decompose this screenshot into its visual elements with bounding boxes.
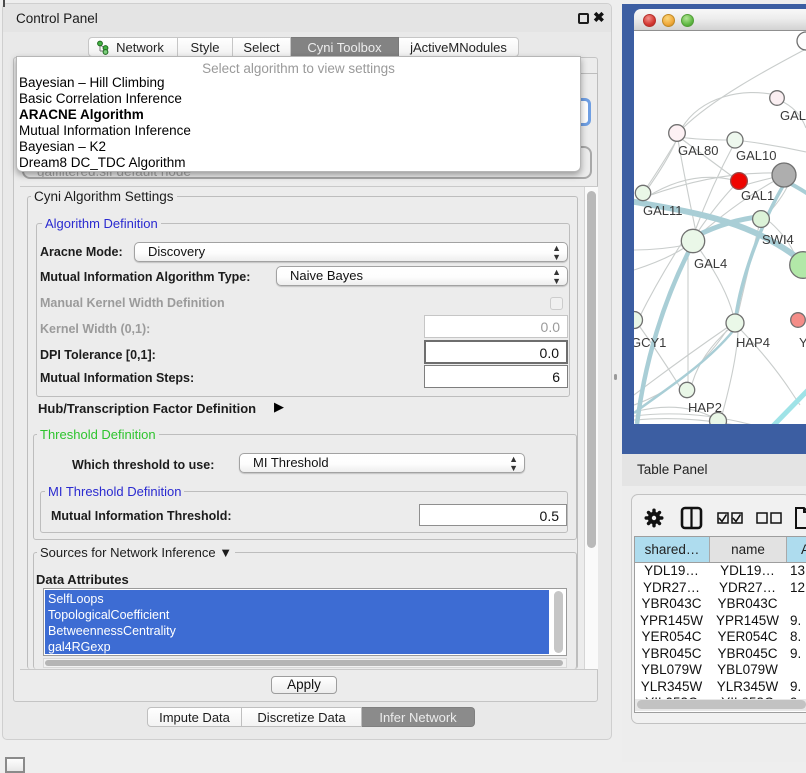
svg-text:GAL1: GAL1 <box>741 188 774 203</box>
svg-text:GCY1: GCY1 <box>634 335 666 350</box>
svg-text:GAL4: GAL4 <box>694 256 727 271</box>
svg-text:SWI4: SWI4 <box>762 232 794 247</box>
svg-text:Y: Y <box>799 335 806 350</box>
svg-text:GAL: GAL <box>780 108 806 123</box>
svg-text:HAP2: HAP2 <box>688 400 722 415</box>
svg-text:GAL10: GAL10 <box>736 148 776 163</box>
svg-text:HAP4: HAP4 <box>736 335 770 350</box>
svg-text:GAL80: GAL80 <box>678 143 718 158</box>
svg-text:GAL11: GAL11 <box>643 203 683 218</box>
